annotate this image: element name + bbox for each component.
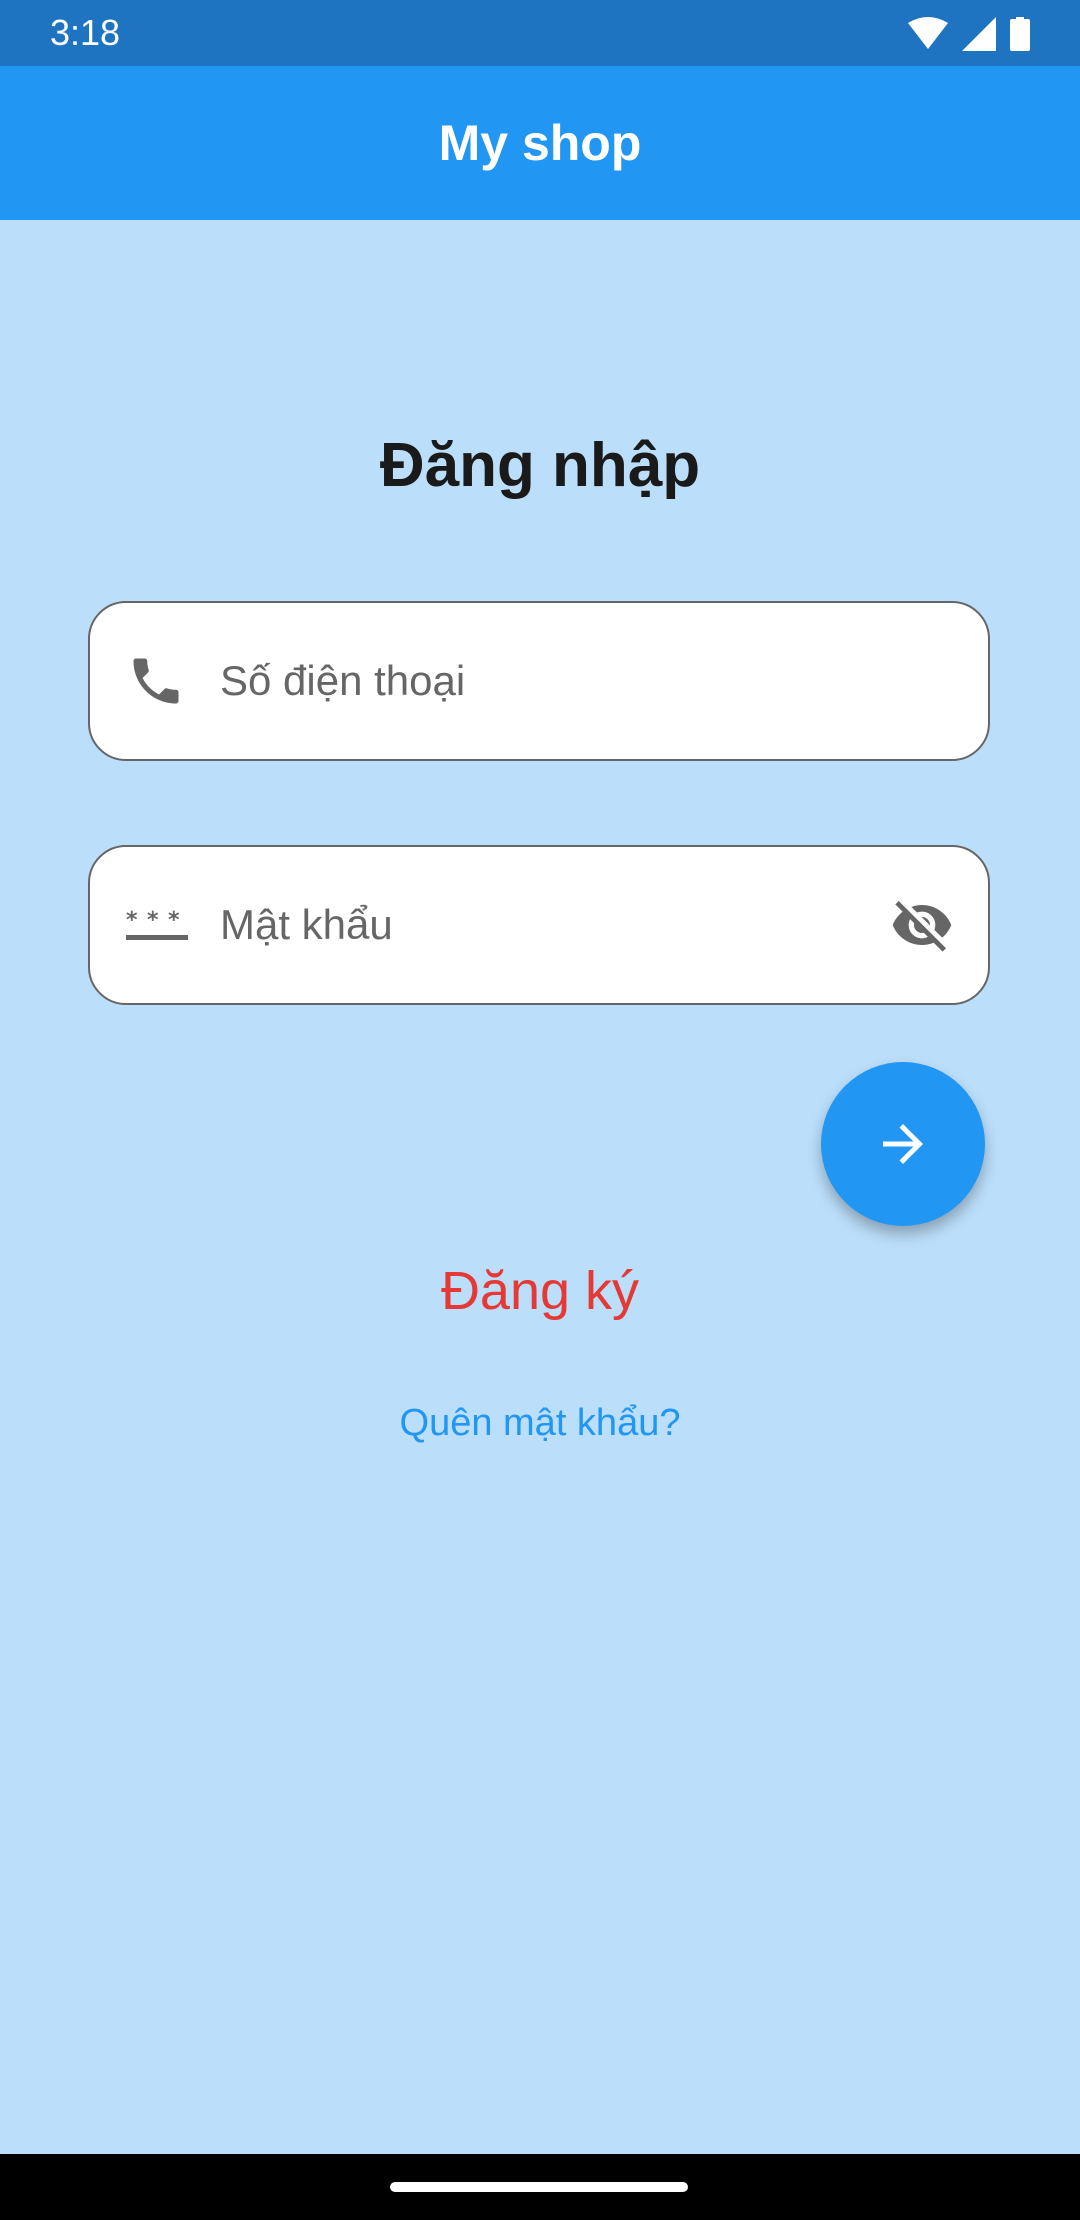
status-bar: 3:18 bbox=[0, 0, 1080, 66]
app-title: My shop bbox=[438, 115, 642, 171]
phone-field[interactable] bbox=[88, 601, 990, 761]
register-link[interactable]: Đăng ký bbox=[0, 1260, 1080, 1322]
battery-icon bbox=[1010, 17, 1030, 51]
phone-input[interactable] bbox=[220, 603, 880, 759]
submit-button[interactable] bbox=[821, 1062, 985, 1226]
signal-icon bbox=[962, 17, 996, 51]
home-indicator[interactable] bbox=[390, 2182, 688, 2192]
password-input[interactable] bbox=[220, 847, 880, 1003]
visibility-off-icon[interactable] bbox=[890, 893, 954, 957]
password-field[interactable]: * * * bbox=[88, 845, 990, 1005]
arrow-forward-icon bbox=[883, 1124, 923, 1164]
forgot-password-link[interactable]: Quên mật khẩu? bbox=[0, 1402, 1080, 1445]
login-title: Đăng nhập bbox=[379, 431, 701, 500]
navigation-bar bbox=[0, 2154, 1080, 2220]
svg-text:*: * bbox=[147, 908, 159, 933]
app-bar: My shop bbox=[0, 66, 1080, 220]
svg-text:*: * bbox=[126, 908, 138, 933]
svg-text:*: * bbox=[168, 908, 180, 933]
phone-icon bbox=[133, 658, 179, 704]
status-icons bbox=[908, 14, 1030, 54]
status-time: 3:18 bbox=[50, 12, 121, 53]
wifi-icon bbox=[908, 17, 948, 49]
password-icon: * * * bbox=[126, 908, 188, 940]
